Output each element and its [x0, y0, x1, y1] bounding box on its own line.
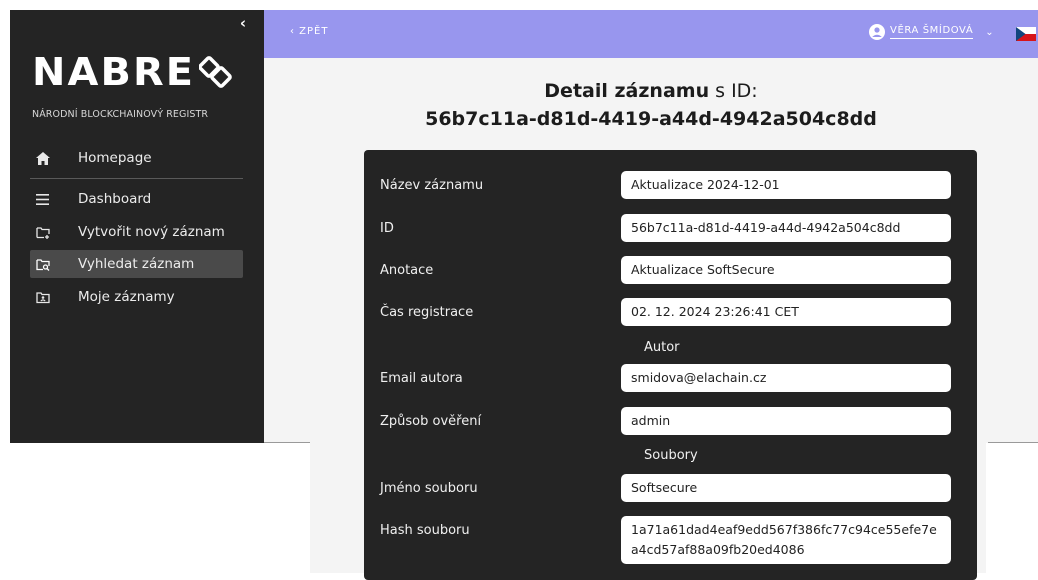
user-menu[interactable]: VĚRA ŠMÍDOVÁ ⌄ — [869, 24, 994, 40]
sidebar-item-label: Dashboard — [78, 191, 152, 207]
sidebar-item-create-record[interactable]: Vytvořit nový záznam — [30, 218, 243, 246]
menu-icon — [36, 193, 58, 205]
chevron-down-icon: ⌄ — [985, 26, 994, 38]
page-title: Detail záznamu s ID: — [264, 78, 1038, 104]
field-label: Hash souboru — [380, 523, 470, 538]
section-heading-files: Soubory — [644, 448, 698, 463]
collapse-sidebar-button[interactable]: ‹ — [240, 14, 246, 32]
record-id-heading: 56b7c11a-d81d-4419-a44d-4942a504c8dd — [425, 108, 877, 130]
home-icon — [36, 151, 58, 165]
author-email-value[interactable]: smidova@elachain.cz — [621, 364, 951, 392]
field-label: Email autora — [380, 371, 463, 386]
sidebar-item-search-record[interactable]: Vyhledat záznam — [30, 250, 243, 278]
sidebar-item-homepage[interactable]: Homepage — [30, 144, 243, 172]
field-label: ID — [380, 221, 394, 236]
sidebar-divider — [30, 178, 243, 179]
sidebar-item-label: Vytvořit nový záznam — [78, 224, 225, 240]
folder-add-icon — [36, 226, 58, 239]
sidebar-item-label: Homepage — [78, 150, 152, 166]
field-label: Čas registrace — [380, 305, 474, 320]
record-detail-card: Název záznamu Aktualizace 2024-12-01 ID … — [364, 150, 977, 580]
field-label: Jméno souboru — [380, 481, 478, 496]
verification-method-value[interactable]: admin — [621, 407, 951, 435]
file-hash-value[interactable]: 1a71a61dad4eaf9edd567f386fc77c94ce55efe7… — [621, 516, 951, 564]
divider-line — [988, 442, 1038, 443]
field-label: Název záznamu — [380, 178, 484, 193]
folder-search-icon — [36, 258, 58, 271]
logo-subtitle: NÁRODNÍ BLOCKCHAINOVÝ REGISTR — [32, 109, 209, 120]
page-title-strong: Detail záznamu — [544, 80, 710, 102]
cz-flag-icon[interactable] — [1016, 27, 1036, 41]
field-label: Způsob ověření — [380, 414, 482, 429]
page-title-suffix: s ID: — [709, 80, 758, 102]
sidebar-item-my-records[interactable]: Moje záznamy — [30, 283, 243, 311]
field-label: Anotace — [380, 263, 434, 278]
sidebar-item-label: Moje záznamy — [78, 289, 175, 305]
annotation-value[interactable]: Aktualizace SoftSecure — [621, 256, 951, 284]
file-name-value[interactable]: Softsecure — [621, 474, 951, 502]
user-avatar-icon — [869, 24, 885, 40]
user-name: VĚRA ŠMÍDOVÁ — [890, 25, 974, 39]
sidebar-item-dashboard[interactable]: Dashboard — [30, 185, 243, 213]
registration-time-value[interactable]: 02. 12. 2024 23:26:41 CET — [621, 298, 951, 326]
chain-link-icon — [199, 56, 233, 88]
record-name-value[interactable]: Aktualizace 2024-12-01 — [621, 171, 951, 199]
sidebar-item-label: Vyhledat záznam — [78, 256, 195, 272]
logo: NABRE — [32, 50, 233, 94]
logo-text: NABRE — [32, 50, 196, 94]
back-button[interactable]: ‹ ZPĚT — [290, 26, 329, 37]
sidebar: ‹ NABRE NÁRODNÍ BLOCKCHAINOVÝ REGISTR Ho… — [10, 10, 264, 443]
folder-user-icon — [36, 291, 58, 304]
top-bar: ‹ ZPĚT VĚRA ŠMÍDOVÁ ⌄ — [264, 10, 1038, 58]
divider-line — [264, 442, 310, 443]
record-id-value[interactable]: 56b7c11a-d81d-4419-a44d-4942a504c8dd — [621, 214, 951, 242]
section-heading-author: Autor — [644, 340, 680, 355]
